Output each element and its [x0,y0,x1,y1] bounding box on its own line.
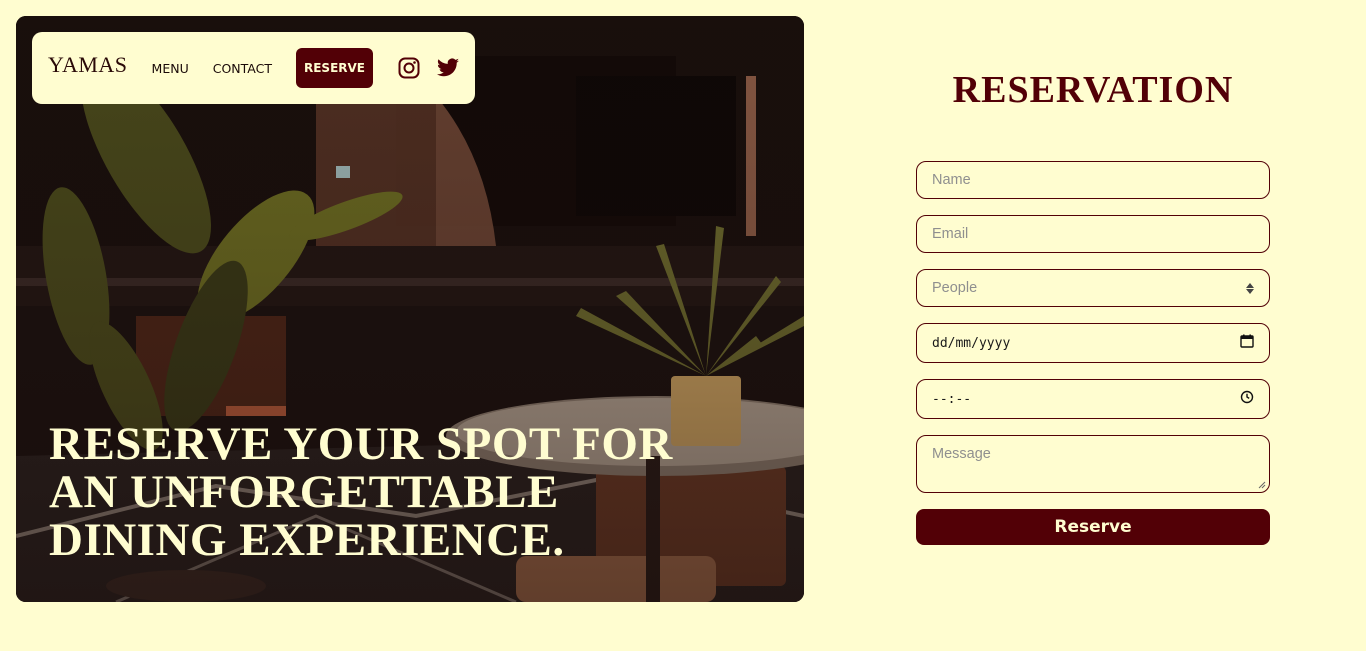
nav-link-contact[interactable]: CONTACT [213,61,272,76]
nav-reserve-button[interactable]: RESERVE [296,48,373,88]
instagram-icon[interactable] [397,56,421,80]
date-placeholder: dd/mm/yyyy [932,335,1011,351]
message-placeholder: Message [932,446,991,462]
time-input[interactable]: --:-- [916,379,1270,419]
clock-icon[interactable] [1240,390,1254,408]
people-placeholder: People [932,280,978,296]
nav-link-menu[interactable]: MENU [152,61,189,76]
calendar-icon[interactable] [1240,334,1254,352]
reservation-title: RESERVATION [952,69,1234,111]
brand-logo[interactable]: YAMAS [48,52,128,78]
people-input[interactable]: People [916,269,1270,307]
time-placeholder: --:-- [932,391,972,407]
date-input[interactable]: dd/mm/yyyy [916,323,1270,363]
hero-headline: RESERVE YOUR SPOT FOR AN UNFORGETTABLE D… [49,418,673,566]
reserve-submit-button[interactable]: Reserve [916,509,1270,545]
twitter-icon[interactable] [435,56,459,80]
resize-grip-icon[interactable] [1258,481,1266,489]
name-input[interactable]: Name [916,161,1270,199]
email-placeholder: Email [932,226,969,242]
email-input[interactable]: Email [916,215,1270,253]
message-textarea[interactable]: Message [916,435,1270,493]
navbar: YAMAS MENU CONTACT RESERVE [32,32,475,104]
number-spinner-icon[interactable] [1246,282,1254,294]
hero-image-panel: YAMAS MENU CONTACT RESERVE RESERVE YOUR … [16,16,804,602]
social-links [397,56,459,80]
name-placeholder: Name [932,172,971,188]
